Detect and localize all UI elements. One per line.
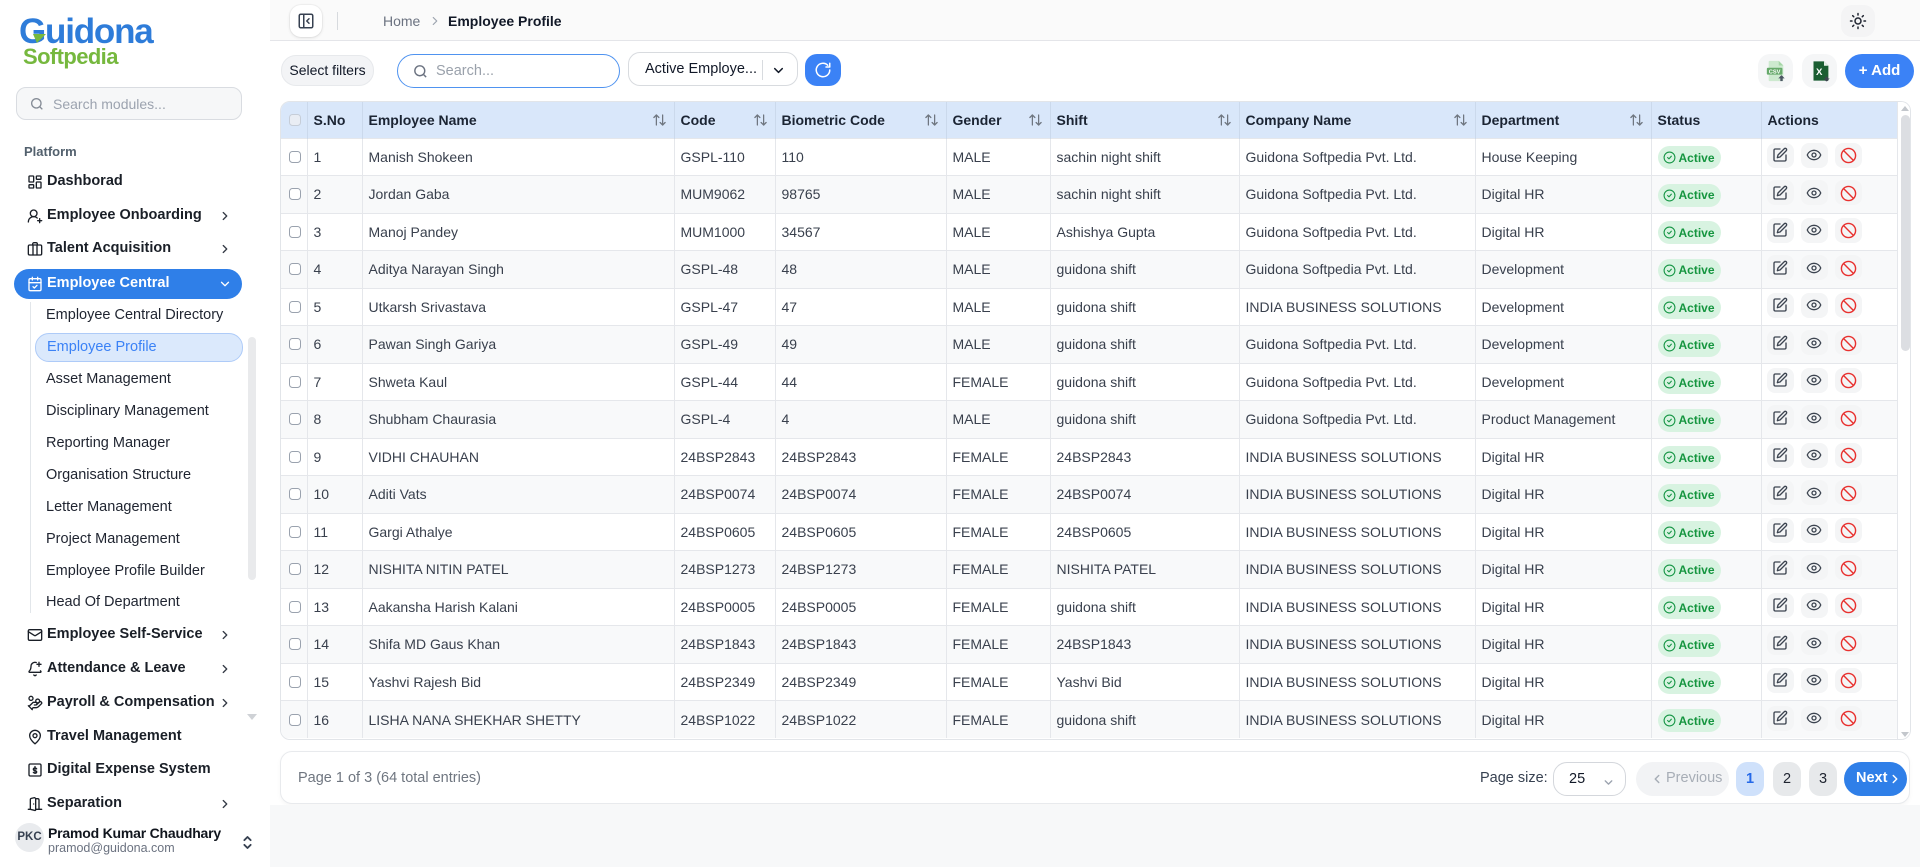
svg-text:X: X <box>1816 67 1823 78</box>
svg-text:CSV: CSV <box>1769 69 1781 75</box>
